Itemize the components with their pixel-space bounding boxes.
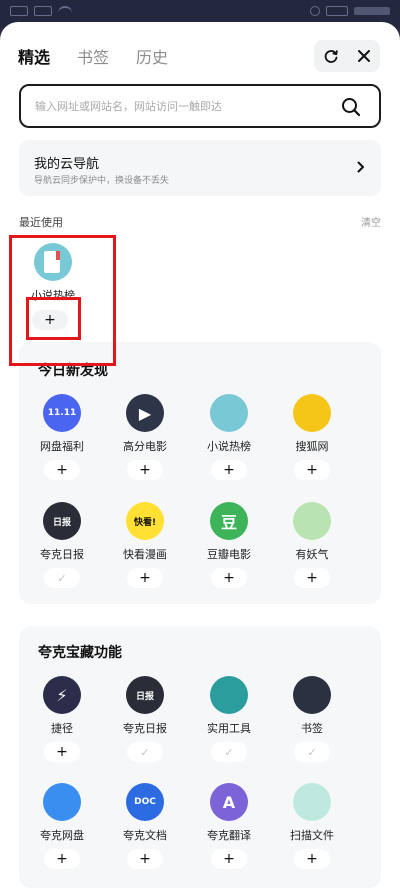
add-button[interactable]: + <box>44 460 80 480</box>
quark-features-title: 夸克宝藏功能 <box>38 645 122 661</box>
battery-icon <box>326 6 348 16</box>
cloud-nav-title: 我的云导航 <box>34 157 100 172</box>
wifi-icon <box>58 6 72 16</box>
recent-section-title: 最近使用 <box>19 216 63 229</box>
discover-card: 今日新发现 11.11 网盘福利 + ▶ 高分电影 + 小说热榜 + 搜狐网 + 日报夸克日报 ✓ 快看… <box>19 342 381 604</box>
douban-icon: 豆 <box>210 502 248 540</box>
app-label: 小说热榜 <box>31 289 75 302</box>
alarm-icon <box>310 6 320 16</box>
app-label: 小说热榜 <box>207 440 251 453</box>
app-tile[interactable]: 小说热榜 + <box>189 394 269 480</box>
recent-item[interactable]: 小说热榜 + <box>29 243 77 330</box>
tab-featured[interactable]: 精选 <box>18 44 50 68</box>
sohu-fox-icon <box>293 394 331 432</box>
app-tile[interactable]: 扫描文件 + <box>272 783 352 869</box>
cloud-drive-icon <box>43 783 81 821</box>
tab-bar: 精选 书签 历史 <box>18 44 168 68</box>
netdisk-1111-icon: 11.11 <box>43 394 81 432</box>
daily-news-icon: 日报 <box>126 676 164 714</box>
clear-recent-button[interactable]: 清空 <box>361 214 381 229</box>
app-label: 扫描文件 <box>290 829 334 842</box>
app-tile[interactable]: ⚡ 捷径 + <box>22 676 102 762</box>
app-label: 快看漫画 <box>123 548 167 561</box>
toolbox-icon <box>210 676 248 714</box>
app-tile[interactable]: 有妖气 + <box>272 502 352 588</box>
add-button[interactable]: + <box>211 849 247 869</box>
cloud-nav-subtitle: 导航云同步保护中，换设备不丢失 <box>34 176 170 186</box>
app-label: 夸克日报 <box>123 722 167 735</box>
add-button[interactable]: + <box>127 568 163 588</box>
add-button[interactable]: + <box>294 460 330 480</box>
search-input[interactable] <box>35 99 325 113</box>
scan-icon <box>293 783 331 821</box>
app-tile[interactable]: DOC 夸克文档 + <box>105 783 185 869</box>
app-label: 网盘福利 <box>40 440 84 453</box>
chevron-right-icon <box>357 161 364 173</box>
youyaoqi-icon <box>293 502 331 540</box>
app-tile[interactable]: 日报夸克日报 ✓ <box>22 502 102 588</box>
app-tile[interactable]: 快看! 快看漫画 + <box>105 502 185 588</box>
add-button[interactable]: + <box>294 849 330 869</box>
add-button[interactable]: + <box>211 460 247 480</box>
add-button[interactable]: + <box>211 568 247 588</box>
add-button[interactable]: + <box>294 568 330 588</box>
app-tile[interactable]: 11.11 网盘福利 + <box>22 394 102 480</box>
quark-features-card: 夸克宝藏功能 ⚡ 捷径 + 日报 夸克日报 ✓ 实用工具 ✓ 书签 ✓ 夸克网盘 + DOC 夸克文档 + A… <box>19 626 381 888</box>
app-tile[interactable]: 实用工具 ✓ <box>189 676 269 762</box>
top-actions <box>314 40 380 72</box>
add-button[interactable]: + <box>44 849 80 869</box>
app-label: 夸克翻译 <box>207 829 251 842</box>
app-label: 搜狐网 <box>295 440 329 453</box>
app-tile[interactable]: 书签 ✓ <box>272 676 352 762</box>
daily-news-icon: 日报 <box>43 502 81 540</box>
app-tile[interactable]: 豆豆瓣电影 + <box>189 502 269 588</box>
close-icon <box>357 50 370 62</box>
app-label: 书签 <box>301 722 323 735</box>
book-icon <box>210 394 248 432</box>
navigation-sheet: 精选 书签 历史 我的云导航 导航云同步保护中，换设备不丢失 最近使用 <box>0 22 400 888</box>
sync-icon <box>324 50 338 63</box>
add-button[interactable]: + <box>127 460 163 480</box>
app-label: 高分电影 <box>123 440 167 453</box>
add-button[interactable]: + <box>32 310 68 330</box>
app-tile[interactable]: A 夸克翻译 + <box>189 783 269 869</box>
signal-icon <box>34 6 52 16</box>
app-tile[interactable]: 夸克网盘 + <box>22 783 102 869</box>
app-label: 夸克文档 <box>123 829 167 842</box>
added-check-button[interactable]: ✓ <box>44 568 80 588</box>
app-tile[interactable]: 搜狐网 + <box>272 394 352 480</box>
cloud-navigation-card[interactable]: 我的云导航 导航云同步保护中，换设备不丢失 <box>19 140 381 196</box>
close-button[interactable] <box>347 40 380 72</box>
app-label: 豆瓣电影 <box>207 548 251 561</box>
bookmark-icon <box>293 676 331 714</box>
translate-icon: A <box>210 783 248 821</box>
added-check-button[interactable]: ✓ <box>211 742 247 762</box>
signal-icon <box>10 6 28 16</box>
added-check-button[interactable]: ✓ <box>294 742 330 762</box>
added-check-button[interactable]: ✓ <box>127 742 163 762</box>
book-icon <box>34 243 72 281</box>
tab-history[interactable]: 历史 <box>136 44 168 68</box>
search-box[interactable] <box>19 84 381 128</box>
app-label: 有妖气 <box>295 548 329 561</box>
add-button[interactable]: + <box>127 849 163 869</box>
add-button[interactable]: + <box>44 742 80 762</box>
app-label: 实用工具 <box>207 722 251 735</box>
app-tile[interactable]: ▶ 高分电影 + <box>105 394 185 480</box>
app-label: 夸克日报 <box>40 548 84 561</box>
clock <box>354 7 390 15</box>
discover-title: 今日新发现 <box>38 363 108 379</box>
doc-icon: DOC <box>126 783 164 821</box>
kuaikan-icon: 快看! <box>126 502 164 540</box>
shortcut-bolt-icon: ⚡ <box>43 676 81 714</box>
play-icon: ▶ <box>126 394 164 432</box>
app-tile[interactable]: 日报夸克日报 ✓ <box>105 676 185 762</box>
sync-button[interactable] <box>314 40 347 72</box>
app-label: 夸克网盘 <box>40 829 84 842</box>
app-label: 捷径 <box>51 722 73 735</box>
tab-bookmarks[interactable]: 书签 <box>77 44 109 68</box>
search-icon[interactable] <box>341 97 361 117</box>
